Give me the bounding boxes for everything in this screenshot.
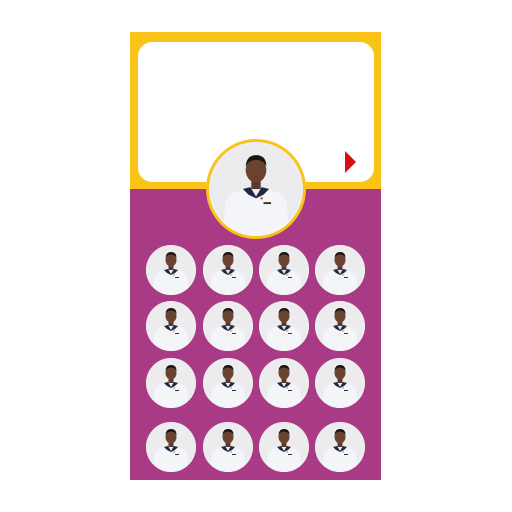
person-photo <box>146 422 196 472</box>
gallery-photo[interactable] <box>202 301 253 351</box>
person-photo <box>315 301 365 351</box>
person-photo <box>259 358 309 408</box>
gallery-photo[interactable] <box>315 301 365 351</box>
person-photo <box>315 245 365 295</box>
person-photo <box>209 142 303 236</box>
profile-photo[interactable] <box>206 139 306 239</box>
gallery-photo[interactable] <box>315 245 365 295</box>
person-photo <box>259 301 309 351</box>
gallery-photo[interactable] <box>259 245 309 295</box>
person-photo <box>315 358 365 408</box>
next-arrow-icon[interactable] <box>345 151 356 173</box>
person-photo <box>202 358 253 408</box>
gallery-photo[interactable] <box>146 301 196 351</box>
person-photo <box>202 422 253 472</box>
person-photo <box>146 301 196 351</box>
gallery-photo[interactable] <box>259 358 309 408</box>
gallery-photo[interactable] <box>202 358 253 408</box>
gallery-photo[interactable] <box>259 301 309 351</box>
gallery-photo[interactable] <box>146 422 196 472</box>
person-photo <box>146 245 196 295</box>
person-photo <box>146 358 196 408</box>
gallery-photo[interactable] <box>202 422 253 472</box>
gallery-photo[interactable] <box>146 245 196 295</box>
person-photo <box>315 422 365 472</box>
gallery-photo[interactable] <box>146 358 196 408</box>
gallery-photo[interactable] <box>315 358 365 408</box>
person-photo <box>259 245 309 295</box>
gallery-photo[interactable] <box>259 422 309 472</box>
person-photo <box>259 422 309 472</box>
person-photo <box>202 245 253 295</box>
person-photo <box>202 301 253 351</box>
gallery-photo[interactable] <box>202 245 253 295</box>
gallery-photo[interactable] <box>315 422 365 472</box>
app-screen <box>130 32 381 480</box>
